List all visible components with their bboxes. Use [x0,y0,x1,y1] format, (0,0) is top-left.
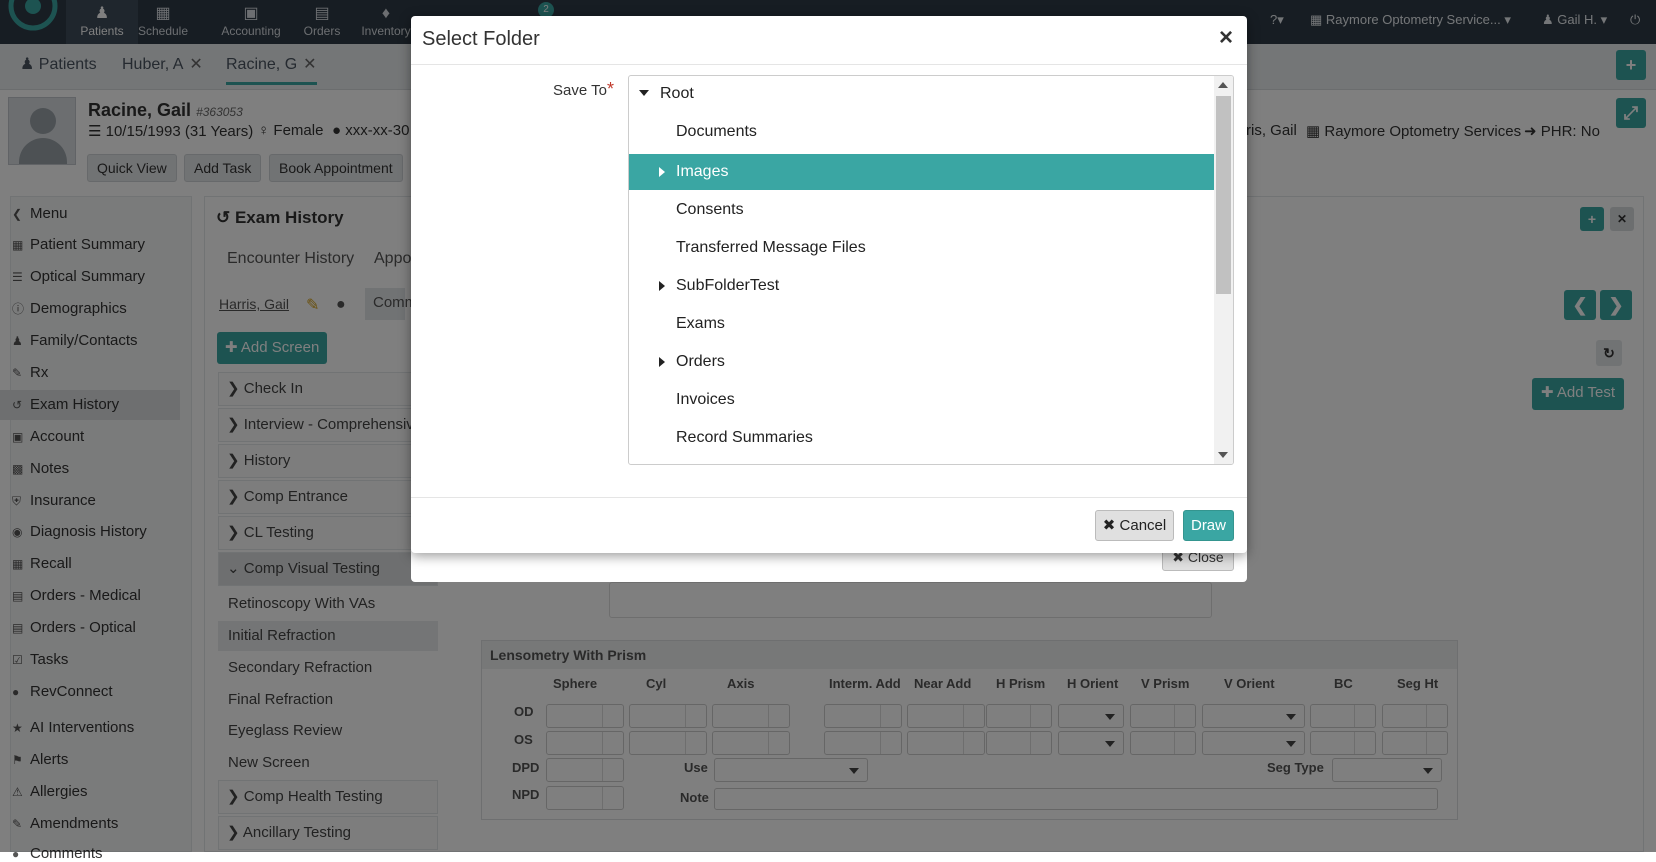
tree-node-subfoldertest[interactable]: SubFolderTest [629,268,1214,304]
header-divider [411,64,1247,65]
tree-node-images[interactable]: Images [629,154,1214,190]
caret-down-icon[interactable] [639,90,649,96]
tree-node-invoices[interactable]: Invoices [629,382,1214,418]
folder-tree[interactable]: Root Documents Images Consents Transferr… [628,75,1234,465]
dialog-title: Select Folder [422,28,540,50]
caret-right-icon[interactable] [659,357,665,367]
draw-button[interactable]: Draw [1183,510,1234,541]
tree-node-documents[interactable]: Documents [629,114,1214,150]
caret-right-icon[interactable] [659,281,665,291]
tree-scrollbar[interactable] [1214,76,1233,464]
footer-divider [411,497,1247,498]
scroll-up-arrow-icon[interactable] [1218,82,1228,88]
select-folder-dialog: Select Folder × Save To* Root Documents … [411,16,1247,553]
scrollbar-thumb[interactable] [1216,96,1231,294]
tree-node-transferred[interactable]: Transferred Message Files [629,230,1214,266]
tree-node-exams[interactable]: Exams [629,306,1214,342]
tree-node-consents[interactable]: Consents [629,192,1214,228]
tree-node-record-summaries[interactable]: Record Summaries [629,420,1214,456]
close-icon: ✖ [1102,517,1120,534]
tree-node-root[interactable]: Root [629,76,1214,112]
save-to-label: Save To* [553,79,614,99]
required-marker: * [606,79,614,99]
tree-node-orders[interactable]: Orders [629,344,1214,380]
cancel-button[interactable]: ✖ Cancel [1095,510,1174,541]
scroll-down-arrow-icon[interactable] [1218,452,1228,458]
caret-right-icon[interactable] [659,167,665,177]
close-icon[interactable]: × [1219,24,1233,52]
